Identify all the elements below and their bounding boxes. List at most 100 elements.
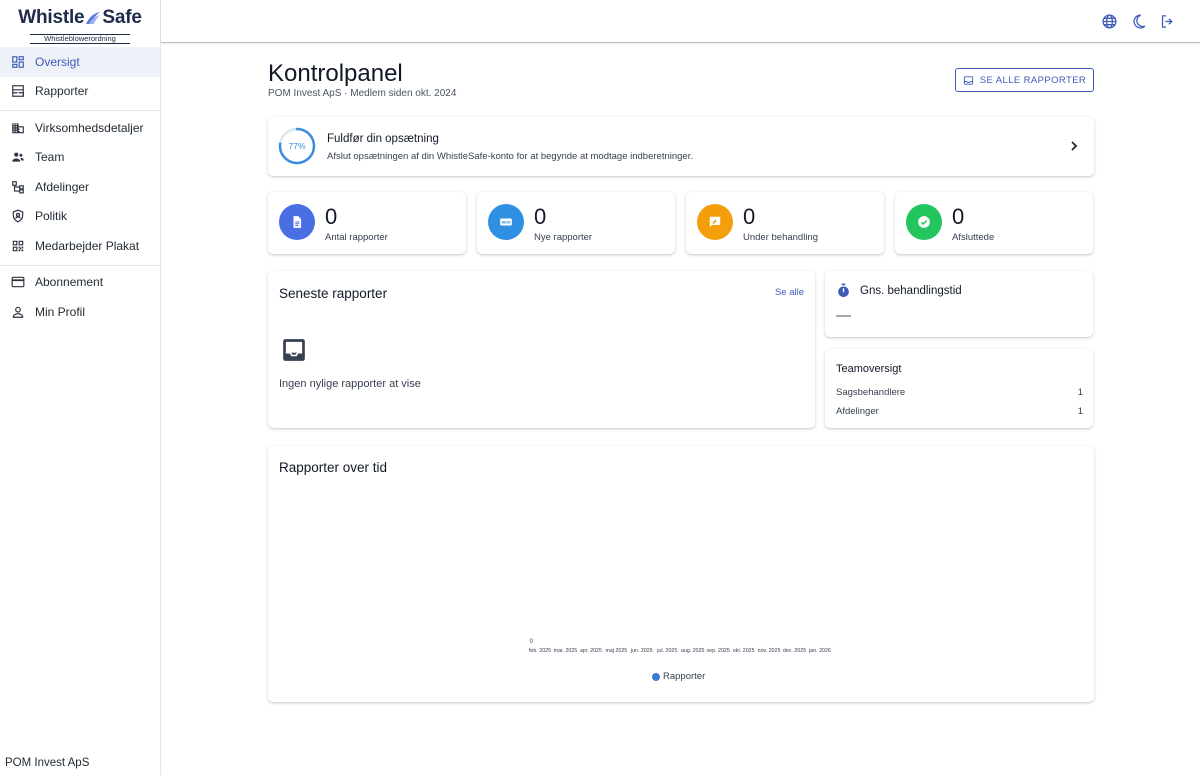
- page-subtitle: POM Invest ApS · Medlem siden okt. 2024: [268, 88, 457, 99]
- sidebar-item-label: Afdelinger: [35, 179, 90, 194]
- stat-card-total-reports[interactable]: 0 Antal rapporter: [268, 192, 466, 254]
- sidebar-item-label: Medarbejder Plakat: [35, 238, 140, 253]
- team-row: Afdelinger 1: [836, 406, 1083, 417]
- empty-state-text: Ingen nylige rapporter at vise: [279, 378, 421, 390]
- legend-label: Rapporter: [663, 671, 706, 682]
- check-circle-icon: [917, 215, 931, 229]
- team-row: Sagsbehandlere 1: [836, 387, 1083, 398]
- team-row-value: 1: [1077, 387, 1083, 398]
- moon-icon[interactable]: [1130, 13, 1147, 30]
- x-tick-label: jan. 2026: [808, 648, 831, 654]
- people-icon: [11, 150, 25, 164]
- sidebar-item-afdelinger[interactable]: Afdelinger: [0, 172, 160, 202]
- sidebar-item-label: Politik: [35, 209, 68, 224]
- stat-value: 0: [952, 204, 965, 229]
- sidebar: Whistle Safe Whistleblowerordning Oversi…: [0, 0, 161, 775]
- inbox-icon: [283, 339, 305, 361]
- sidebar-item-label: Team: [35, 150, 65, 165]
- sidebar-company-name: POM Invest ApS: [5, 757, 90, 769]
- sidebar-item-label: Virksomhedsdetaljer: [35, 120, 144, 135]
- chart-legend[interactable]: Rapporter: [652, 671, 705, 682]
- hierarchy-icon: [11, 180, 25, 194]
- sidebar-item-rapporter[interactable]: Rapporter: [0, 77, 160, 107]
- sidebar-item-min-profil[interactable]: Min Profil: [0, 297, 160, 327]
- x-tick-label: nov. 2025: [758, 648, 781, 654]
- sidebar-group: Virksomhedsdetaljer Team Afdelinger Politik…: [0, 111, 160, 266]
- stat-icon-circle: NEW: [488, 204, 524, 240]
- stat-label: Nye rapporter: [534, 232, 593, 243]
- progress-percent: 77%: [288, 141, 306, 151]
- logo-text-left: Whistle: [18, 7, 85, 28]
- legend-marker: [652, 672, 660, 681]
- x-tick-label: dec. 2025: [783, 648, 806, 654]
- sidebar-item-label: Abonnement: [35, 275, 104, 290]
- sidebar-nav: Oversigt Rapporter Virksomhedsdetaljer Team…: [0, 46, 160, 331]
- timer-icon: [838, 283, 849, 298]
- page-title: Kontrolpanel: [268, 60, 403, 87]
- inbox-icon: [963, 75, 973, 85]
- x-tick-label: jul. 2025: [656, 648, 677, 654]
- chevron-right-icon: [1071, 141, 1078, 151]
- avg-handling-time-card: Gns. behandlingstid —: [825, 271, 1093, 337]
- qr-code-icon: [11, 239, 25, 253]
- recent-reports-card: Seneste rapporter Se alle Ingen nylige r…: [268, 271, 815, 428]
- sidebar-item-politik[interactable]: Politik: [0, 202, 160, 232]
- sidebar-group: Oversigt Rapporter: [0, 46, 160, 111]
- logo-tagline: Whistleblowerordning: [30, 34, 130, 44]
- person-icon: [11, 305, 25, 319]
- wing-icon: [86, 12, 101, 24]
- new-badge-icon: NEW: [499, 215, 513, 229]
- team-row-label: Sagsbehandlere: [836, 387, 906, 398]
- reports-icon: [11, 84, 25, 98]
- stat-icon-circle: [279, 204, 315, 240]
- topbar: [161, 0, 1200, 43]
- sidebar-group: Abonnement Min Profil: [0, 266, 160, 331]
- sidebar-item-virksomhedsdetaljer[interactable]: Virksomhedsdetaljer: [0, 113, 160, 143]
- see-all-reports-label: SE ALLE RAPPORTER: [979, 74, 1087, 86]
- x-tick-label: mar. 2025: [554, 648, 578, 654]
- stat-card-new-reports[interactable]: NEW 0 Nye rapporter: [477, 192, 675, 254]
- stat-card-in-progress[interactable]: 0 Under behandling: [686, 192, 884, 254]
- document-icon: [290, 215, 304, 229]
- see-all-link[interactable]: Se alle: [775, 287, 804, 298]
- x-tick-label: feb. 2025: [529, 648, 551, 654]
- x-tick-label: maj 2025: [605, 648, 627, 654]
- stat-value: 0: [743, 204, 756, 229]
- setup-progress-card[interactable]: 77% Fuldfør din opsætning Afslut opsætni…: [268, 117, 1094, 176]
- stat-card-completed[interactable]: 0 Afsluttede: [895, 192, 1093, 254]
- logo[interactable]: Whistle Safe Whistleblowerordning: [0, 0, 160, 46]
- svg-text:NEW: NEW: [502, 220, 511, 224]
- stat-value: 0: [534, 204, 547, 229]
- globe-icon[interactable]: [1101, 13, 1118, 30]
- sidebar-item-abonnement[interactable]: Abonnement: [0, 268, 160, 298]
- x-tick-label: aug. 2025: [681, 648, 705, 654]
- building-icon: [11, 121, 25, 135]
- sidebar-item-oversigt[interactable]: Oversigt: [0, 47, 160, 77]
- avg-time-value: —: [836, 307, 851, 324]
- x-tick-label: jun. 2025: [630, 648, 653, 654]
- x-tick-label: apr. 2025: [580, 648, 602, 654]
- avg-time-title: Gns. behandlingstid: [860, 285, 962, 297]
- logout-icon[interactable]: [1159, 13, 1176, 30]
- team-overview-card: Teamoversigt Sagsbehandlere 1 Afdelinger…: [825, 349, 1093, 428]
- credit-card-icon: [11, 275, 25, 289]
- y-tick-label: 0: [530, 639, 534, 645]
- sidebar-item-team[interactable]: Team: [0, 143, 160, 173]
- setup-title: Fuldfør din opsætning: [327, 133, 439, 145]
- x-tick-label: sep. 2025: [707, 648, 730, 654]
- team-row-value: 1: [1077, 406, 1083, 417]
- dashboard-icon: [11, 55, 25, 69]
- stat-label: Under behandling: [743, 232, 819, 243]
- team-overview-title: Teamoversigt: [836, 363, 902, 375]
- stat-label: Antal rapporter: [325, 232, 388, 243]
- sidebar-item-label: Rapporter: [35, 84, 89, 99]
- stat-icon-circle: [697, 204, 733, 240]
- x-tick-label: okt. 2025: [733, 648, 755, 654]
- sidebar-item-label: Oversigt: [35, 54, 80, 69]
- reports-over-time-card: Rapporter over tid 0 feb. 2025 mar. 2025 ap…: [268, 446, 1094, 702]
- stat-icon-circle: [906, 204, 942, 240]
- logo-text-right: Safe: [102, 7, 142, 28]
- see-all-reports-button[interactable]: SE ALLE RAPPORTER: [955, 68, 1094, 92]
- sidebar-item-medarbejder-plakat[interactable]: Medarbejder Plakat: [0, 231, 160, 261]
- chat-edit-icon: [708, 215, 722, 229]
